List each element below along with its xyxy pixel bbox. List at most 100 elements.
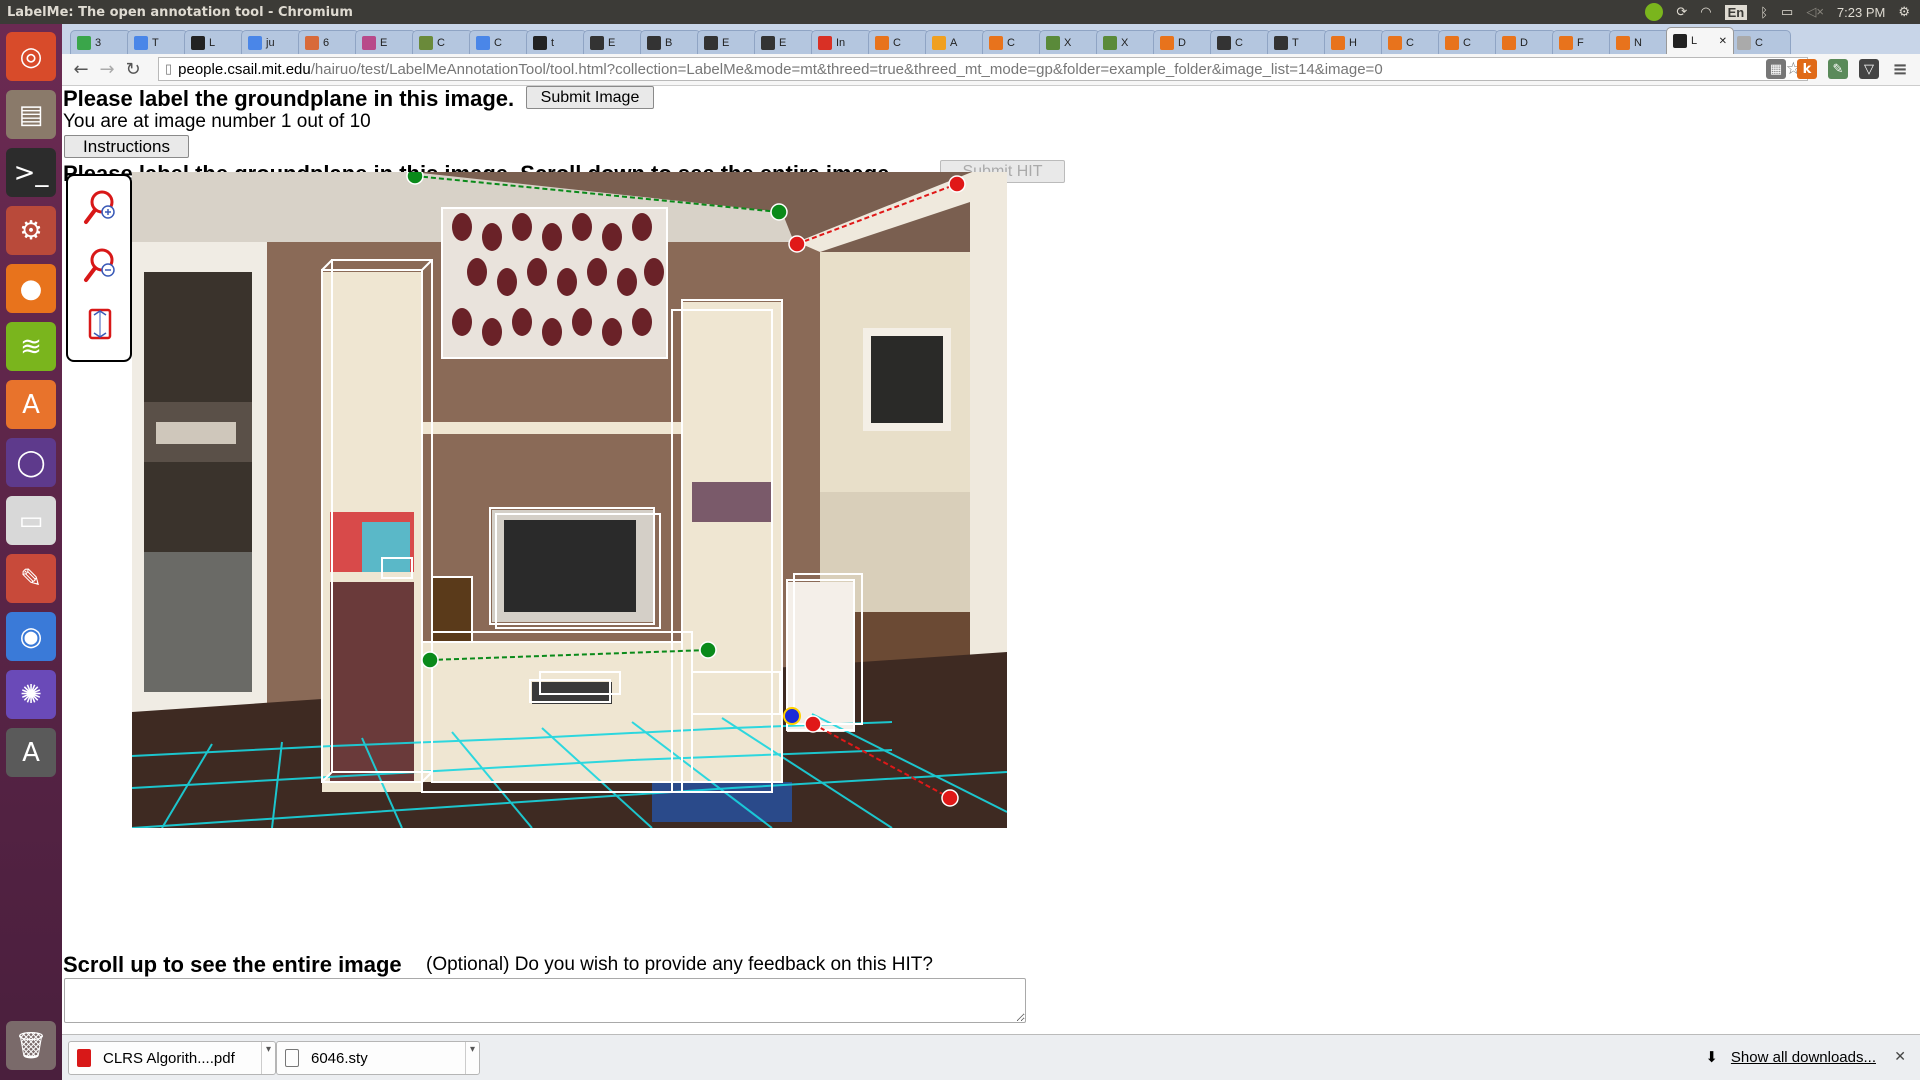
close-icon[interactable]: ✕	[1894, 1048, 1906, 1065]
wifi-icon[interactable]: ◠	[1700, 4, 1711, 20]
launcher-software-center-icon[interactable]: A	[6, 380, 56, 429]
annotation-toolbox	[66, 174, 132, 362]
zoom-out-icon[interactable]	[81, 246, 119, 286]
tab-label: 3	[95, 36, 102, 49]
browser-tab[interactable]: ju	[241, 30, 302, 54]
feedback-textarea[interactable]	[64, 978, 1026, 1023]
back-icon[interactable]: ←	[68, 59, 94, 80]
launcher-system-settings-icon[interactable]: ⚙	[6, 206, 56, 255]
clock[interactable]: 7:23 PM	[1837, 5, 1885, 20]
extension-pocket-icon[interactable]: ▽	[1859, 59, 1879, 79]
launcher-software-updater-icon[interactable]: A	[6, 728, 56, 777]
launcher-unity-tweak-icon[interactable]: ◯	[6, 438, 56, 487]
omnibox[interactable]: ▯ people.csail.mit.edu/hairuo/test/Label…	[158, 57, 1808, 81]
browser-tab[interactable]: L	[184, 30, 245, 54]
room-photo[interactable]	[132, 172, 1007, 828]
extension-grid-icon[interactable]: ▦	[1766, 59, 1786, 79]
tab-favicon-icon	[761, 35, 775, 50]
download-arrow-icon: ⬇	[1705, 1049, 1718, 1066]
tab-label: X	[1121, 36, 1129, 49]
browser-tab[interactable]: X	[1096, 30, 1157, 54]
control-point	[770, 203, 788, 221]
browser-tab[interactable]: 3	[70, 30, 131, 54]
download-item-pdf[interactable]: CLRS Algorith....pdf ▾	[68, 1041, 276, 1075]
tab-label: In	[836, 36, 846, 49]
keyboard-indicator[interactable]: En	[1724, 4, 1748, 20]
browser-tab[interactable]: C	[1730, 30, 1791, 54]
browser-tab[interactable]: T	[127, 30, 188, 54]
page-content: Please label the groundplane in this ima…	[62, 86, 1920, 1034]
tab-favicon-icon	[191, 35, 205, 50]
launcher-ubuntu-dash-icon[interactable]: ◎	[6, 32, 56, 81]
control-point	[699, 641, 717, 659]
browser-tab[interactable]: E	[355, 30, 416, 54]
browser-tab[interactable]: C	[1438, 30, 1499, 54]
launcher-firefox-icon[interactable]: ●	[6, 264, 56, 313]
browser-tab[interactable]: N	[1609, 30, 1670, 54]
show-all-downloads-link[interactable]: Show all downloads...	[1731, 1049, 1876, 1066]
browser-tab[interactable]: T	[1267, 30, 1328, 54]
browser-tab[interactable]: C	[1210, 30, 1271, 54]
browser-tab[interactable]: H	[1324, 30, 1385, 54]
launcher-terminal-icon[interactable]: >_	[6, 148, 56, 197]
tab-label: X	[1064, 36, 1072, 49]
browser-tab[interactable]: A	[925, 30, 986, 54]
tab-favicon-icon	[1445, 35, 1459, 50]
bluetooth-icon[interactable]: ᛒ	[1760, 5, 1768, 20]
launcher-spotify-icon[interactable]: ≋	[6, 322, 56, 371]
browser-tab[interactable]: C	[868, 30, 929, 54]
browser-tab[interactable]: D	[1495, 30, 1556, 54]
battery-icon[interactable]: ▭	[1781, 4, 1793, 20]
tab-label: C	[1406, 36, 1414, 49]
origin-point	[783, 707, 801, 725]
browser-tab[interactable]: E	[697, 30, 758, 54]
launcher-files-icon[interactable]: ▤	[6, 90, 56, 139]
launcher-trash-icon[interactable]: 🗑	[6, 1021, 56, 1070]
launcher-chromium-icon[interactable]: ◉	[6, 612, 56, 661]
launcher-text-editor-icon[interactable]: ✎	[6, 554, 56, 603]
browser-tab[interactable]: E	[754, 30, 815, 54]
instructions-button[interactable]: Instructions	[64, 135, 189, 158]
spotify-indicator-icon[interactable]	[1645, 3, 1664, 21]
tab-label: E	[722, 36, 730, 49]
launcher-shotwell-icon[interactable]: ✺	[6, 670, 56, 719]
tab-close-icon[interactable]: ✕	[1719, 36, 1727, 47]
tab-favicon-icon	[77, 35, 91, 50]
page-heading: Please label the groundplane in this ima…	[63, 86, 515, 111]
browser-tab[interactable]: C	[1381, 30, 1442, 54]
browser-tab[interactable]: In	[811, 30, 872, 54]
browser-tab[interactable]: C	[469, 30, 530, 54]
sync-indicator-icon[interactable]: ⟳	[1676, 4, 1687, 20]
browser-tab[interactable]: L ✕	[1666, 27, 1734, 54]
fit-to-screen-icon[interactable]	[81, 304, 119, 344]
zoom-in-icon[interactable]	[81, 188, 119, 228]
download-filename: 6046.sty	[311, 1049, 368, 1067]
browser-tab[interactable]: C	[412, 30, 473, 54]
download-item-sty[interactable]: 6046.sty ▾	[276, 1041, 480, 1075]
browser-tab[interactable]: X	[1039, 30, 1100, 54]
volume-icon[interactable]: ◁×	[1806, 4, 1824, 20]
forward-icon[interactable]: →	[94, 59, 120, 80]
scroll-up-hint: Scroll up to see the entire image	[63, 952, 402, 977]
browser-tab[interactable]: F	[1552, 30, 1613, 54]
browser-tab[interactable]: B	[640, 30, 701, 54]
annotation-canvas[interactable]	[132, 172, 1007, 828]
submit-image-button[interactable]: Submit Image	[526, 86, 654, 109]
reload-icon[interactable]: ↻	[120, 59, 146, 80]
browser-tab[interactable]: E	[583, 30, 644, 54]
browser-tab[interactable]: D	[1153, 30, 1214, 54]
download-menu-arrow[interactable]: ▾	[261, 1042, 275, 1074]
tab-favicon-icon	[248, 35, 262, 50]
extension-k-icon[interactable]: k	[1797, 59, 1817, 79]
menu-icon[interactable]: ≡	[1890, 59, 1910, 80]
browser-tab[interactable]: 6	[298, 30, 359, 54]
gear-icon[interactable]: ⚙	[1898, 4, 1910, 20]
download-menu-arrow[interactable]: ▾	[465, 1042, 479, 1074]
browser-tab[interactable]: C	[982, 30, 1043, 54]
launcher-drive-icon[interactable]: ▭	[6, 496, 56, 545]
pdf-icon	[77, 1049, 91, 1067]
extension-feather-icon[interactable]: ✎	[1828, 59, 1848, 79]
tab-label: C	[1755, 36, 1763, 49]
browser-tab[interactable]: t	[526, 30, 587, 54]
indicator-area: ⟳ ◠ En ᛒ ▭ ◁× 7:23 PM ⚙	[1645, 0, 1920, 24]
